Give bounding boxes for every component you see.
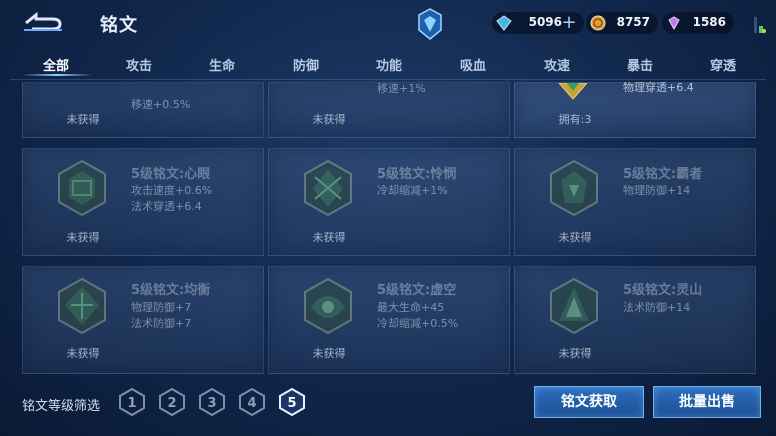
rune-name: 5级铭文:霸者: [623, 167, 703, 182]
bulk-sell-button[interactable]: 批量出售: [653, 386, 761, 418]
rune-status: 未获得: [66, 347, 100, 360]
acquire-rune-button[interactable]: 铭文获取: [534, 386, 644, 418]
rune-status: 未获得: [558, 231, 592, 244]
tab-health[interactable]: 生命: [209, 55, 235, 74]
crystal-counter: 1586: [662, 12, 734, 34]
level-filter-2[interactable]: 2: [159, 388, 185, 416]
rune-name: 5级铭文:怜悯: [377, 167, 457, 182]
rune-card[interactable]: 5级铭文:怜悯 冷却缩减+1% 未获得: [268, 148, 510, 256]
rune-gem-icon: [304, 277, 352, 335]
gold-value: 8757: [616, 15, 650, 29]
rune-name: 5级铭文:虚空: [377, 283, 457, 298]
rune-status: 未获得: [312, 113, 346, 126]
level-3-text: 3: [207, 396, 216, 411]
rune-gem-icon: [58, 277, 106, 335]
active-tab-indicator: [22, 74, 92, 76]
tab-all[interactable]: 全部: [43, 55, 69, 74]
level-filter-3[interactable]: 3: [199, 388, 225, 416]
category-tabs: 全部 攻击 生命 防御 功能 吸血 攻速 暴击 穿透: [0, 48, 776, 78]
level-filter-label: 铭文等级筛选: [22, 399, 101, 414]
tab-utility[interactable]: 功能: [376, 55, 402, 74]
level-filter-4[interactable]: 4: [239, 388, 265, 416]
rune-stat: 移速+1%: [377, 82, 426, 95]
crystal-value: 1586: [692, 15, 726, 29]
rune-name: 5级铭文:灵山: [623, 283, 703, 298]
rune-name: 5级铭文:心眼: [131, 167, 211, 182]
rune-card[interactable]: 移速+1% 未获得: [268, 82, 510, 138]
rune-card[interactable]: 5级铭文:心眼 攻击速度+0.6% 法术穿透+6.4 未获得: [22, 148, 264, 256]
rune-gem-icon: [304, 159, 352, 217]
rune-status: 未获得: [66, 231, 100, 244]
tab-critical[interactable]: 暴击: [627, 55, 653, 74]
tab-lifesteal[interactable]: 吸血: [460, 55, 486, 74]
add-diamond-icon[interactable]: +: [560, 14, 578, 32]
level-4-text: 4: [247, 396, 256, 411]
level-5-text: 5: [287, 396, 296, 411]
tab-attack-speed[interactable]: 攻速: [544, 55, 570, 74]
rune-stat: 物理穿透+6.4: [623, 81, 694, 94]
rune-stat: 物理防御+7: [131, 301, 192, 314]
back-arrow-icon[interactable]: [22, 10, 66, 36]
rune-gem-icon: [558, 83, 588, 100]
rune-gem-icon: [58, 159, 106, 217]
rune-stat: 最大生命+45: [377, 301, 445, 314]
rune-card[interactable]: 5级铭文:霸者 物理防御+14 未获得: [514, 148, 756, 256]
rune-card[interactable]: 5级铭文:灵山 法术防御+14 未获得: [514, 266, 756, 374]
gold-coin-icon: [590, 15, 606, 31]
rune-card[interactable]: 移速+0.5% 未获得: [22, 82, 264, 138]
rune-stat: 法术防御+14: [623, 301, 691, 314]
crystal-icon: [668, 16, 680, 31]
rune-gem-icon: [550, 159, 598, 217]
rune-stat: 冷却缩减+0.5%: [377, 317, 459, 330]
rune-status: 未获得: [312, 347, 346, 360]
signal-icon: [754, 17, 766, 33]
rune-status: 未获得: [312, 231, 346, 244]
diamond-icon: [496, 15, 512, 31]
gold-counter: 8757: [586, 12, 658, 34]
rune-name: 5级铭文:均衡: [131, 283, 211, 298]
rune-stat: 冷却缩减+1%: [377, 184, 448, 197]
rune-status: 未获得: [558, 347, 592, 360]
page-title: 铭文: [100, 15, 138, 36]
rune-gem-icon: [550, 277, 598, 335]
rune-stat: 法术穿透+6.4: [131, 200, 202, 213]
tab-penetration[interactable]: 穿透: [710, 55, 736, 74]
level-filter-1[interactable]: 1: [119, 388, 145, 416]
rune-page-emblem-icon[interactable]: [417, 8, 443, 40]
top-bar: 铭文 5096 + 8757 1586: [0, 0, 776, 48]
level-2-text: 2: [167, 396, 176, 411]
diamond-value: 5096: [528, 15, 562, 29]
rune-stat: 法术防御+7: [131, 317, 192, 330]
tab-attack[interactable]: 攻击: [126, 55, 152, 74]
rune-stat: 攻击速度+0.6%: [131, 184, 213, 197]
tab-defense[interactable]: 防御: [293, 55, 319, 74]
rune-status: 拥有:3: [558, 113, 592, 126]
rune-card[interactable]: 5级铭文:均衡 物理防御+7 法术防御+7 未获得: [22, 266, 264, 374]
rune-card[interactable]: 5级铭文:虚空 最大生命+45 冷却缩减+0.5% 未获得: [268, 266, 510, 374]
rune-card-owned[interactable]: 物理穿透+6.4 拥有:3: [514, 81, 756, 138]
level-1-text: 1: [127, 396, 136, 411]
level-filter-5[interactable]: 5: [279, 388, 305, 416]
rune-stat: 移速+0.5%: [131, 98, 191, 111]
rune-status: 未获得: [66, 113, 100, 126]
rune-stat: 物理防御+14: [623, 184, 691, 197]
